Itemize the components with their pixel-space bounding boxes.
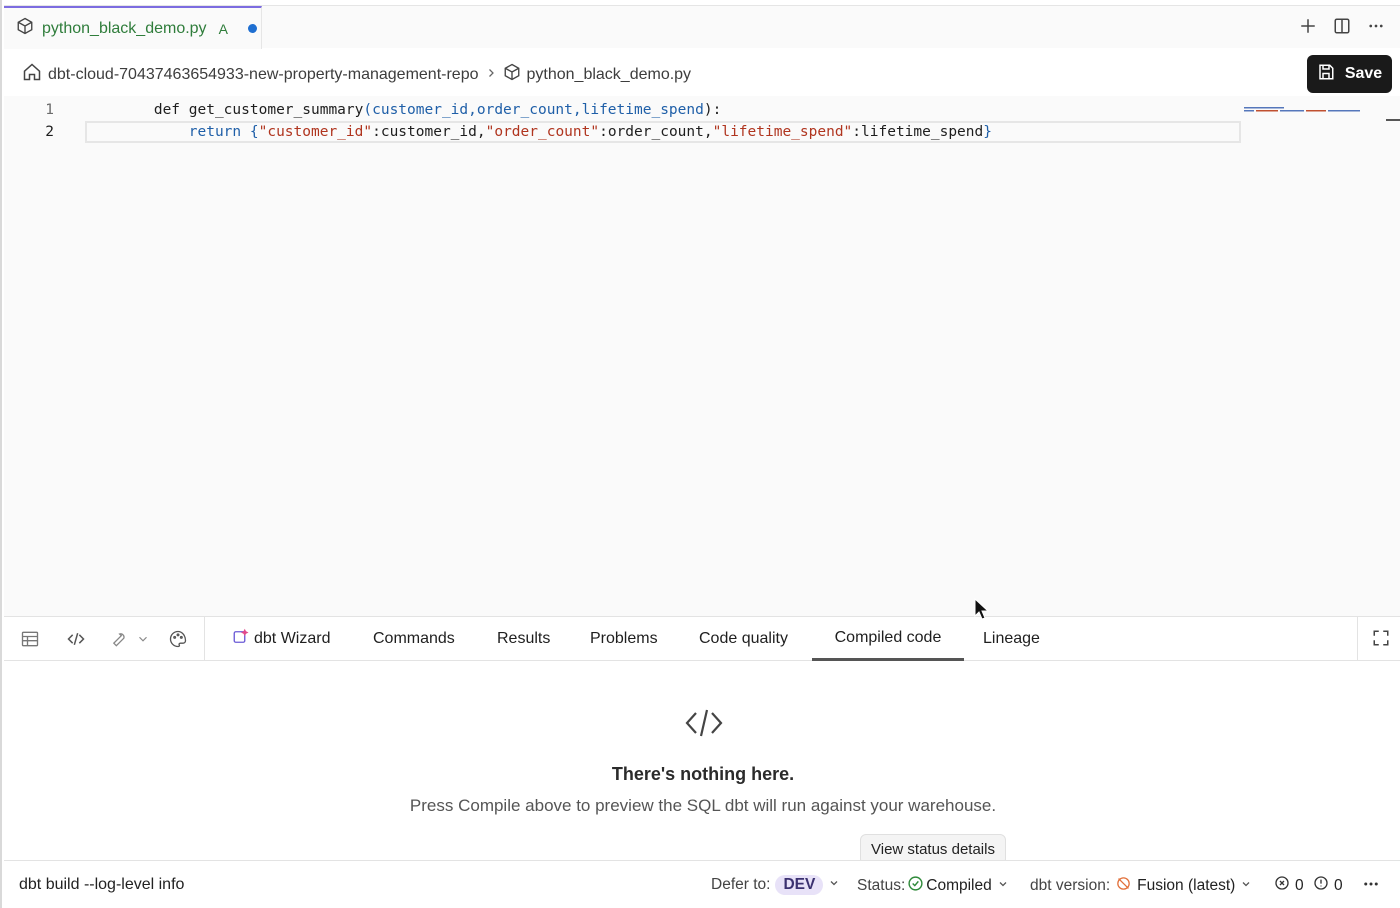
chevron-right-icon: [485, 66, 497, 84]
panel-divider: [1357, 617, 1358, 661]
brace-close: }: [983, 124, 992, 140]
tab-label: Compiled code: [834, 628, 942, 646]
error-count[interactable]: 0: [1274, 875, 1304, 896]
status-bar: dbt build --log-level info Defer to: DEV…: [4, 860, 1400, 908]
unsaved-dot: [247, 24, 257, 33]
line-number: 2: [45, 124, 54, 140]
tab-label: Code quality: [699, 630, 788, 647]
check-circle-icon: [907, 875, 924, 897]
defer-value-badge: DEV: [775, 875, 824, 895]
tab-dbt-wizard[interactable]: dbt Wizard: [232, 617, 330, 661]
mouse-cursor-icon: [974, 597, 990, 625]
dict-key: "customer_id": [258, 124, 373, 140]
chevron-down-icon: [1240, 877, 1252, 895]
fullscreen-icon[interactable]: [1372, 629, 1390, 652]
empty-state-subtitle: Press Compile above to preview the SQL d…: [409, 796, 997, 815]
status-label: Status:: [857, 877, 906, 894]
tab-lineage[interactable]: Lineage: [983, 617, 1040, 661]
table-icon[interactable]: [20, 629, 40, 654]
bottom-panel-tabbar: dbt Wizard Commands Results Problems Cod…: [4, 616, 1400, 661]
save-button[interactable]: Save: [1307, 55, 1392, 93]
code-line-1[interactable]: 1 def get_customer_summary(customer_id,o…: [4, 99, 721, 121]
compiled-code-empty-state: There's nothing here. Press Compile abov…: [4, 662, 1400, 860]
panel-divider: [204, 617, 205, 661]
tab-results[interactable]: Results: [497, 617, 550, 661]
fusion-icon: [1115, 875, 1132, 897]
dict-key: "lifetime_spend": [712, 124, 853, 140]
status-value: Compiled: [926, 877, 992, 894]
defer-label: Defer to:: [711, 876, 771, 893]
plus-icon[interactable]: [1298, 16, 1318, 36]
palette-icon[interactable]: [168, 629, 188, 654]
error-circle-icon: [1274, 875, 1290, 896]
breadcrumb: dbt-cloud-70437463654933-new-property-ma…: [22, 62, 691, 87]
empty-state-title: There's nothing here.: [611, 764, 795, 784]
warning-circle-icon: [1313, 875, 1329, 896]
warning-count[interactable]: 0: [1313, 875, 1343, 896]
dict-value: :customer_id,: [372, 124, 486, 140]
breadcrumb-repo[interactable]: dbt-cloud-70437463654933-new-property-ma…: [48, 66, 479, 84]
cube-icon: [16, 17, 34, 40]
minimap[interactable]: [1244, 100, 1362, 112]
dict-value: :lifetime_spend: [852, 124, 984, 140]
floppy-icon: [1317, 63, 1335, 86]
keyword-return: return: [188, 124, 250, 140]
wrench-icon[interactable]: [108, 629, 128, 654]
tab-label: Commands: [373, 630, 455, 647]
brace-open: {: [249, 124, 259, 140]
editor-tab-bar: python_black_demo.py A: [4, 5, 1400, 49]
code-icon[interactable]: [66, 629, 86, 654]
chevron-down-icon: [997, 877, 1009, 895]
tab-label: Problems: [590, 630, 658, 647]
file-tab-name: python_black_demo.py: [42, 19, 207, 37]
tab-commands[interactable]: Commands: [373, 617, 455, 661]
home-icon[interactable]: [22, 62, 42, 87]
more-icon[interactable]: [1362, 875, 1380, 893]
tab-code-quality[interactable]: Code quality: [699, 617, 788, 661]
line-number: 1: [45, 102, 54, 118]
cube-icon: [503, 63, 521, 86]
command-input[interactable]: dbt build --log-level info: [19, 876, 184, 894]
code-line-2[interactable]: 2 return {"customer_id":customer_id,"ord…: [4, 121, 992, 143]
version-value: Fusion (latest): [1137, 877, 1236, 894]
split-editor-icon[interactable]: [1332, 16, 1352, 36]
more-icon[interactable]: [1366, 16, 1386, 36]
warning-count-value: 0: [1334, 876, 1343, 894]
version-label: dbt version:: [1030, 877, 1111, 894]
file-tab[interactable]: python_black_demo.py A: [4, 6, 262, 49]
wizard-icon: [232, 628, 250, 651]
chevron-down-icon: [828, 876, 840, 894]
dbt-version-selector[interactable]: dbt version: Fusion (latest): [1030, 875, 1252, 897]
ide-window: python_black_demo.py A dbt-cloud-7043746…: [0, 0, 1400, 908]
status-selector[interactable]: Status: Compiled: [857, 875, 1009, 897]
tab-problems[interactable]: Problems: [590, 617, 658, 661]
dict-key: "order_count": [485, 124, 600, 140]
save-label: Save: [1344, 65, 1383, 82]
code-editor[interactable]: 1 def get_customer_summary(customer_id,o…: [4, 96, 1400, 616]
code-icon: [684, 708, 724, 743]
defer-selector[interactable]: Defer to: DEV: [711, 875, 840, 895]
tab-compiled-code[interactable]: Compiled code: [812, 617, 964, 661]
scrollbar-marker[interactable]: [1386, 119, 1400, 121]
breadcrumb-file[interactable]: python_black_demo.py: [527, 66, 692, 84]
tab-label: dbt Wizard: [254, 630, 331, 647]
tab-label: Results: [497, 630, 551, 647]
dict-value: :order_count,: [599, 124, 713, 140]
tab-label: Lineage: [983, 630, 1040, 647]
git-status-badge: A: [218, 20, 228, 37]
chevron-down-icon[interactable]: [136, 629, 150, 654]
error-count-value: 0: [1295, 876, 1304, 894]
